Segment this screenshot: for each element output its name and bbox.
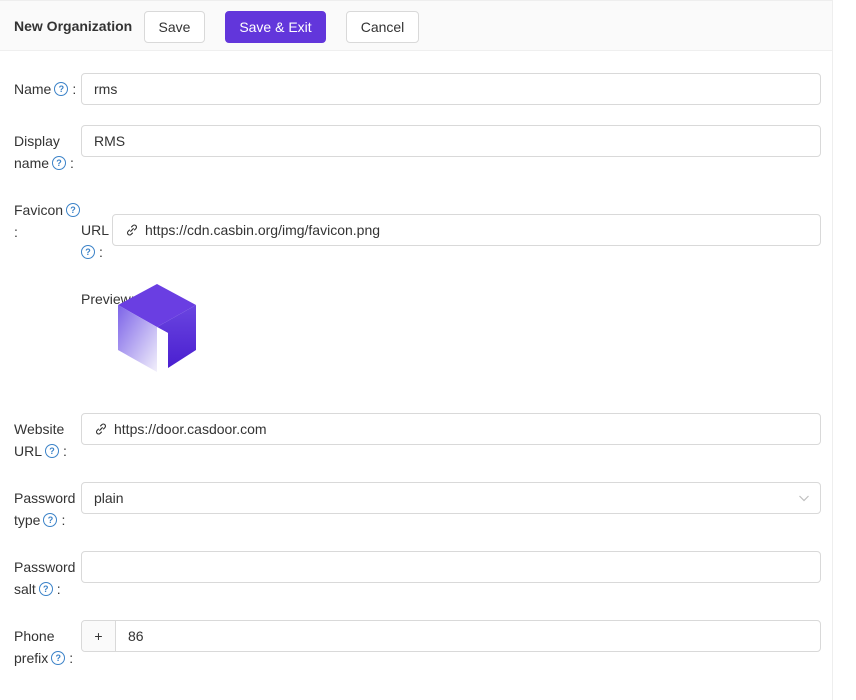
name-input-value: rms [94, 81, 118, 97]
question-circle-icon[interactable]: ? [52, 156, 67, 171]
website-url-label-line2: URL [14, 443, 43, 459]
favicon-url-value: https://cdn.casbin.org/img/favicon.png [145, 222, 381, 238]
password-salt-label-line2: salt [14, 581, 36, 597]
phone-prefix-value: 86 [128, 628, 144, 644]
name-label: Name?: [14, 81, 77, 97]
password-type-label: Password type?: [14, 487, 75, 531]
website-url-value: https://door.casdoor.com [114, 421, 267, 437]
password-type-value: plain [94, 490, 124, 506]
question-circle-icon[interactable]: ? [66, 203, 81, 218]
password-type-label-line2: type [14, 512, 41, 528]
favicon-url-label: URL ?: [81, 219, 109, 263]
favicon-label-text: Favicon [14, 202, 64, 218]
password-salt-label-line1: Password [14, 559, 76, 575]
question-circle-icon[interactable]: ? [51, 651, 66, 666]
password-type-label-line1: Password [14, 490, 76, 506]
website-url-label-line1: Website [14, 421, 65, 437]
display-name-label: Display name?: [14, 130, 74, 174]
name-input[interactable]: rms [81, 73, 821, 105]
display-name-input[interactable]: RMS [81, 125, 821, 157]
cancel-button[interactable]: Cancel [346, 11, 419, 43]
question-circle-icon[interactable]: ? [81, 245, 95, 260]
display-name-input-value: RMS [94, 133, 126, 149]
favicon-preview-image [118, 284, 196, 372]
favicon-label: Favicon? : [14, 199, 81, 243]
card-header: New Organization Save Save & Exit Cancel [0, 1, 832, 51]
password-type-select[interactable]: plain [81, 482, 821, 514]
organization-edit-card: New Organization Save Save & Exit Cancel… [0, 0, 833, 700]
link-icon [127, 224, 137, 236]
display-name-label-line2: name [14, 155, 50, 171]
save-button[interactable]: Save [144, 11, 205, 43]
phone-prefix-label-line1: Phone [14, 628, 55, 644]
chevron-down-icon [799, 495, 809, 502]
question-circle-icon[interactable]: ? [54, 82, 69, 97]
password-salt-input[interactable] [81, 551, 821, 583]
phone-prefix-input[interactable]: + 86 [81, 620, 821, 652]
name-label-text: Name [14, 81, 52, 97]
favicon-url-label-text: URL [81, 222, 110, 238]
question-circle-icon[interactable]: ? [43, 513, 58, 528]
link-icon [96, 423, 106, 435]
favicon-url-input[interactable]: https://cdn.casbin.org/img/favicon.png [112, 214, 821, 246]
phone-prefix-addon: + [82, 621, 116, 651]
save-exit-button[interactable]: Save & Exit [225, 11, 326, 43]
phone-prefix-label: Phone prefix?: [14, 625, 73, 669]
page-title: New Organization [14, 18, 133, 34]
question-circle-icon[interactable]: ? [45, 444, 60, 459]
display-name-label-line1: Display [14, 133, 60, 149]
website-url-input[interactable]: https://door.casdoor.com [81, 413, 821, 445]
website-url-label: Website URL?: [14, 418, 67, 462]
question-circle-icon[interactable]: ? [38, 582, 53, 597]
password-salt-label: Password salt?: [14, 556, 75, 600]
phone-prefix-label-line2: prefix [14, 650, 49, 666]
